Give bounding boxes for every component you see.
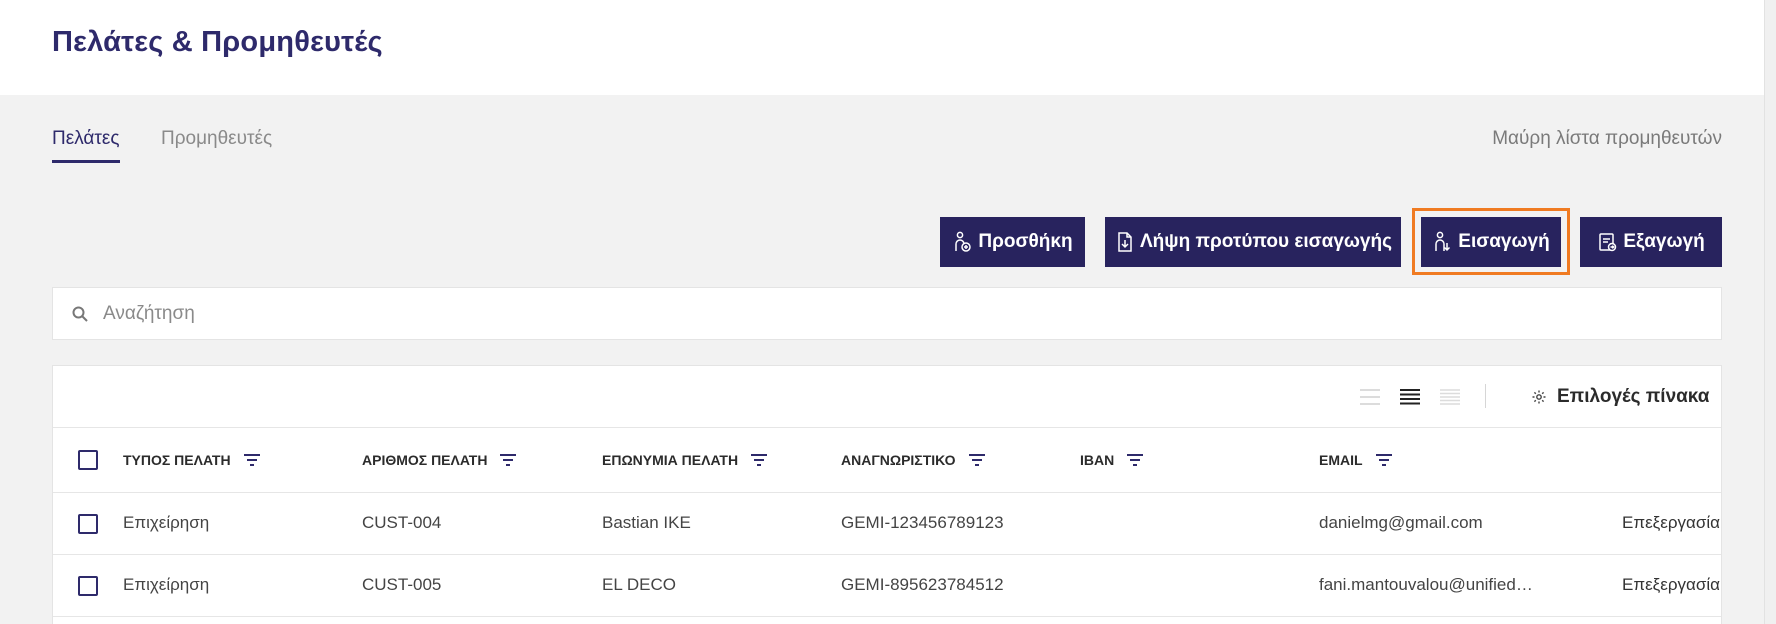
page-title: Πελάτες & Προμηθευτές — [52, 26, 383, 58]
density-compact-icon[interactable] — [1359, 388, 1381, 406]
import-button-label: Εισαγωγή — [1458, 231, 1550, 252]
search-bar — [52, 287, 1722, 340]
search-input[interactable] — [103, 288, 1703, 339]
select-all-checkbox[interactable] — [78, 450, 98, 470]
table-row[interactable]: Επιχείρηση CUST-004 Bastian IKE GEMI-123… — [53, 493, 1721, 555]
import-person-icon — [1435, 231, 1451, 252]
column-header-label: ΕΠΩΝΥΜΙΑ ΠΕΛΑΤΗ — [602, 452, 739, 468]
supplier-blacklist-link[interactable]: Μαύρη λίστα προμηθευτών — [1492, 128, 1722, 150]
table-options-label: Επιλογές πίνακα — [1557, 386, 1710, 407]
search-icon — [72, 306, 88, 322]
density-standard-icon[interactable] — [1399, 388, 1421, 406]
export-button-label: Εξαγωγή — [1623, 231, 1705, 252]
add-button-label: Προσθήκη — [978, 231, 1073, 252]
customers-table: Επιλογές πίνακα ΤΥΠΟΣ ΠΕΛΑΤΗ ΑΡΙΘΜΟΣ ΠΕΛ… — [52, 365, 1722, 624]
table-row[interactable]: Επιχείρηση CUST-005 EL DECO GEMI-8956237… — [53, 555, 1721, 617]
column-header-customer-type[interactable]: ΤΥΠΟΣ ΠΕΛΑΤΗ — [123, 452, 261, 468]
table-options-button[interactable]: Επιλογές πίνακα — [1531, 384, 1709, 410]
export-button[interactable]: Εξαγωγή — [1580, 217, 1722, 267]
column-header-iban[interactable]: IBAN — [1080, 452, 1144, 468]
cell-identifier: GEMI-123456789123 — [841, 513, 1004, 532]
column-header-identifier[interactable]: ΑΝΑΓΝΩΡΙΣΤΙΚΟ — [841, 452, 986, 468]
add-person-icon — [955, 231, 972, 252]
column-header-label: ΤΥΠΟΣ ΠΕΛΑΤΗ — [123, 452, 231, 468]
filter-icon[interactable] — [968, 453, 986, 467]
table-header-row: ΤΥΠΟΣ ΠΕΛΑΤΗ ΑΡΙΘΜΟΣ ΠΕΛΑΤΗ ΕΠΩΝΥΜΙΑ ΠΕΛ… — [53, 428, 1721, 493]
cell-customer-number: CUST-005 — [362, 575, 442, 594]
cell-customer-number: CUST-004 — [362, 513, 442, 532]
cell-customer-name: EL DECO — [602, 575, 677, 594]
column-header-customer-number[interactable]: ΑΡΙΘΜΟΣ ΠΕΛΑΤΗ — [362, 452, 517, 468]
vertical-scrollbar[interactable] — [1764, 0, 1776, 624]
toolbar-divider — [1485, 384, 1486, 408]
cell-email: fani.mantouvalou@unified… — [1319, 575, 1533, 594]
cell-customer-type: Επιχείρηση — [123, 575, 210, 594]
document-export-icon — [1599, 233, 1617, 252]
filter-icon[interactable] — [1126, 453, 1144, 467]
column-header-label: EMAIL — [1319, 452, 1363, 468]
column-header-label: ΑΝΑΓΝΩΡΙΣΤΙΚΟ — [841, 452, 956, 468]
column-header-label: ΑΡΙΘΜΟΣ ΠΕΛΑΤΗ — [362, 452, 488, 468]
filter-icon[interactable] — [750, 453, 768, 467]
download-template-button[interactable]: Λήψη προτύπου εισαγωγής — [1105, 217, 1401, 267]
filter-icon[interactable] — [243, 453, 261, 467]
edit-link[interactable]: Επεξεργασία — [1622, 513, 1720, 533]
tab-suppliers[interactable]: Προμηθευτές — [161, 128, 272, 160]
density-comfortable-icon[interactable] — [1439, 388, 1461, 406]
gear-icon — [1532, 390, 1546, 404]
import-button[interactable]: Εισαγωγή — [1421, 217, 1561, 267]
row-checkbox[interactable] — [78, 576, 98, 596]
add-customer-button[interactable]: Προσθήκη — [940, 217, 1085, 267]
row-checkbox[interactable] — [78, 514, 98, 534]
column-header-customer-name[interactable]: ΕΠΩΝΥΜΙΑ ΠΕΛΑΤΗ — [602, 452, 768, 468]
filter-icon[interactable] — [499, 453, 517, 467]
column-header-email[interactable]: EMAIL — [1319, 452, 1393, 468]
document-download-icon — [1118, 232, 1132, 252]
page-header: Πελάτες & Προμηθευτές — [0, 0, 1776, 95]
cell-customer-type: Επιχείρηση — [123, 513, 210, 532]
filter-icon[interactable] — [1375, 453, 1393, 467]
edit-link[interactable]: Επεξεργασία — [1622, 575, 1720, 595]
column-header-label: IBAN — [1080, 452, 1115, 468]
cell-email: danielmg@gmail.com — [1319, 513, 1483, 532]
table-toolbar: Επιλογές πίνακα — [53, 366, 1721, 428]
tab-customers[interactable]: Πελάτες — [52, 128, 120, 163]
cell-customer-name: Bastian IKE — [602, 513, 691, 532]
template-button-label: Λήψη προτύπου εισαγωγής — [1139, 231, 1392, 252]
cell-identifier: GEMI-895623784512 — [841, 575, 1004, 594]
